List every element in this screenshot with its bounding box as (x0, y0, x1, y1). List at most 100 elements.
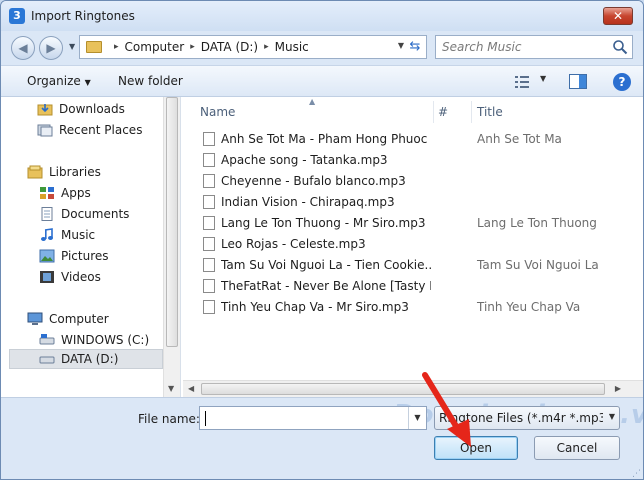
preview-pane-icon[interactable] (569, 74, 587, 89)
recent-places-icon (37, 124, 53, 137)
scrollbar-thumb[interactable] (166, 97, 178, 347)
sidebar-item-label: Computer (49, 312, 109, 326)
chevron-down-icon: ▼ (84, 78, 91, 87)
resize-grip-icon[interactable]: ⋰ (632, 469, 641, 479)
cancel-button[interactable]: Cancel (534, 436, 620, 460)
file-icon (203, 132, 215, 146)
file-icon (203, 237, 215, 251)
column-separator[interactable] (471, 101, 472, 123)
search-box[interactable] (435, 35, 633, 59)
apps-icon (40, 187, 54, 199)
navigation-pane: Downloads Recent Places Libraries Apps D… (1, 97, 181, 397)
chevron-right-icon[interactable]: ▸ (264, 42, 269, 52)
sidebar-item-recent-places[interactable]: Recent Places (37, 120, 163, 140)
chevron-down-icon: ▼ (608, 412, 615, 421)
documents-icon (41, 207, 53, 221)
view-options-icon[interactable] (515, 76, 531, 88)
chevron-right-icon[interactable]: ▸ (190, 42, 195, 52)
file-name-label: File name: (138, 412, 200, 426)
sidebar-item-label: Recent Places (59, 123, 143, 137)
file-name-combobox[interactable]: ▼ (199, 406, 427, 430)
downloads-folder-icon (37, 104, 53, 116)
drive-icon (39, 334, 55, 345)
search-input[interactable] (436, 36, 606, 58)
chevron-right-icon[interactable]: ▸ (114, 42, 119, 52)
scroll-down-icon[interactable]: ▼ (168, 384, 174, 393)
open-button[interactable]: Open (434, 436, 518, 460)
window-title: Import Ringtones (31, 9, 135, 23)
sidebar-item-downloads[interactable]: Downloads (37, 99, 163, 119)
scroll-right-icon[interactable]: ▶ (615, 384, 621, 393)
file-type-select[interactable]: Ringtone Files (*.m4r *.mp3 *.a ▼ (434, 406, 620, 430)
sidebar-item-label: DATA (D:) (61, 352, 119, 366)
file-icon (203, 258, 215, 272)
sidebar-item-libraries[interactable]: Libraries (27, 162, 163, 182)
column-separator[interactable] (433, 101, 434, 123)
text-caret (205, 411, 206, 426)
scroll-left-icon[interactable]: ◀ (188, 384, 194, 393)
column-header-title[interactable]: Title (477, 101, 597, 123)
help-icon[interactable]: ? (613, 73, 631, 91)
table-row[interactable]: Apache song - Tatanka.mp3 (199, 150, 629, 170)
file-title: Tinh Yeu Chap Va (477, 300, 581, 314)
table-row[interactable]: Tam Su Voi Nguoi La - Tien Cookie.... Ta… (199, 255, 629, 275)
scrollbar-thumb[interactable] (201, 383, 605, 395)
column-header-number[interactable]: # (438, 101, 468, 123)
table-row[interactable]: Tinh Yeu Chap Va - Mr Siro.mp3 Tinh Yeu … (199, 297, 629, 317)
breadcrumb-data-drive[interactable]: DATA (D:) (201, 40, 258, 54)
sidebar-item-videos[interactable]: Videos (39, 267, 163, 287)
file-icon (203, 174, 215, 188)
file-icon (203, 279, 215, 293)
sidebar-item-computer[interactable]: Computer (27, 309, 163, 329)
music-icon (41, 228, 53, 241)
table-row[interactable]: Lang Le Ton Thuong - Mr Siro.mp3 Lang Le… (199, 213, 629, 233)
table-row[interactable]: Indian Vision - Chirapaq.mp3 (199, 192, 629, 212)
address-bar[interactable]: ▸ Computer ▸ DATA (D:) ▸ Music ▼ ⇆ (79, 35, 427, 59)
file-name: Apache song - Tatanka.mp3 (221, 153, 388, 167)
command-bar: Organize ▼ New folder ▼ ? (1, 65, 643, 97)
breadcrumb-music[interactable]: Music (275, 40, 309, 54)
table-row[interactable]: Leo Rojas - Celeste.mp3 (199, 234, 629, 254)
view-dropdown-icon[interactable]: ▼ (540, 74, 546, 83)
sidebar-item-label: Apps (61, 186, 91, 200)
forward-button[interactable]: ▶ (39, 36, 63, 60)
breadcrumb-computer[interactable]: Computer (125, 40, 185, 54)
content-area: Downloads Recent Places Libraries Apps D… (1, 97, 643, 397)
table-row[interactable]: TheFatRat - Never Be Alone [Tasty R... (199, 276, 629, 296)
navigation-scrollbar[interactable]: ▼ (163, 97, 180, 397)
new-folder-button[interactable]: New folder (118, 74, 183, 88)
table-row[interactable]: Anh Se Tot Ma - Pham Hong Phuoc ... Anh … (199, 129, 629, 149)
close-button[interactable]: ✕ (603, 7, 633, 25)
sidebar-item-windows-drive[interactable]: WINDOWS (C:) (39, 330, 163, 350)
sidebar-item-pictures[interactable]: Pictures (39, 246, 163, 266)
back-button[interactable]: ◀ (11, 36, 35, 60)
sidebar-item-documents[interactable]: Documents (39, 204, 163, 224)
search-icon[interactable] (612, 39, 628, 55)
sidebar-item-label: Downloads (59, 102, 125, 116)
file-type-value: Ringtone Files (*.m4r *.mp3 *.a (439, 411, 603, 425)
table-row[interactable]: Cheyenne - Bufalo blanco.mp3 (199, 171, 629, 191)
title-bar[interactable]: 3 Import Ringtones ✕ (1, 1, 643, 31)
sidebar-item-data-drive[interactable]: DATA (D:) (9, 349, 163, 369)
sidebar-item-label: Videos (61, 270, 101, 284)
column-header-name[interactable]: Name (200, 101, 430, 123)
sidebar-item-music[interactable]: Music (39, 225, 163, 245)
recent-locations-dropdown-icon[interactable]: ▼ (69, 42, 75, 51)
sidebar-item-label: Pictures (61, 249, 109, 263)
organize-button[interactable]: Organize ▼ (27, 74, 91, 88)
file-selection-bar: Download.com.vn File name: ▼ Ringtone Fi… (1, 397, 643, 479)
chevron-down-icon[interactable]: ▼ (408, 407, 426, 429)
sidebar-item-label: Libraries (49, 165, 101, 179)
organize-label: Organize (27, 74, 81, 88)
horizontal-scrollbar[interactable]: ◀ ▶ (183, 380, 643, 397)
file-name: Leo Rojas - Celeste.mp3 (221, 237, 366, 251)
file-title: Lang Le Ton Thuong (477, 216, 597, 230)
sidebar-item-apps[interactable]: Apps (39, 183, 163, 203)
file-title: Anh Se Tot Ma (477, 132, 562, 146)
file-name-input[interactable] (200, 407, 390, 429)
refresh-icon[interactable]: ⇆ (406, 38, 424, 56)
file-list: ▲ Name # Title Anh Se Tot Ma - Pham Hong… (183, 97, 643, 397)
file-icon (203, 216, 215, 230)
address-dropdown-icon[interactable]: ▼ (398, 41, 404, 50)
file-name: TheFatRat - Never Be Alone [Tasty R... (221, 279, 431, 293)
